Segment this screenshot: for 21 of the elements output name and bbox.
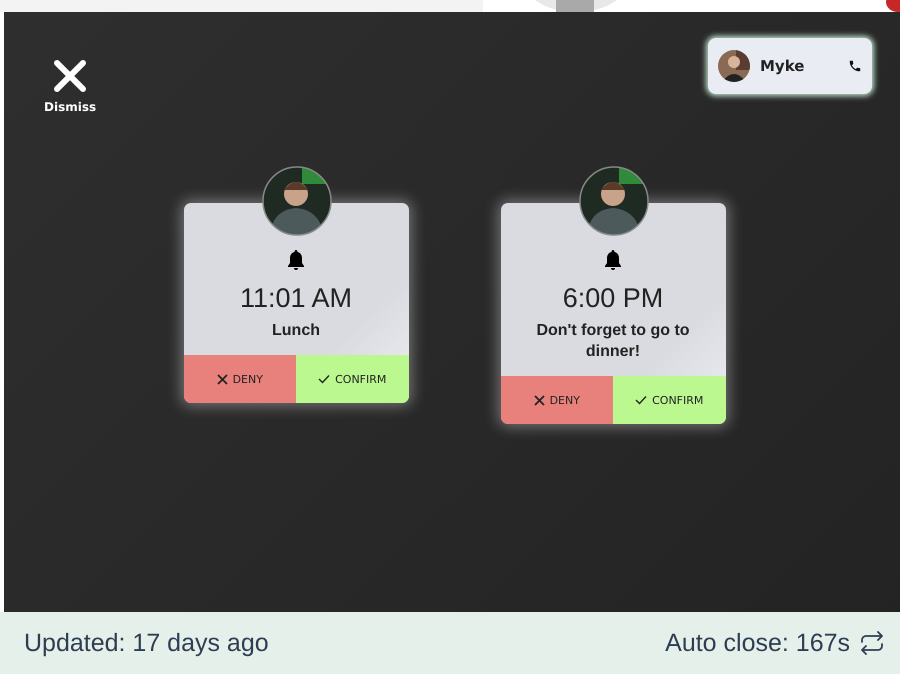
auto-close-text: Auto close: 167s	[665, 628, 850, 658]
repeat-icon[interactable]	[858, 630, 886, 656]
updated-text: Updated: 17 days ago	[24, 628, 269, 658]
reminder-time: 6:00 PM	[562, 283, 664, 314]
check-icon	[318, 374, 330, 384]
bell-icon	[286, 249, 306, 271]
deny-button[interactable]: DENY	[500, 376, 613, 424]
reminder-time: 11:01 AM	[240, 283, 352, 314]
contact-button[interactable]: Myke	[708, 38, 872, 94]
x-icon	[534, 394, 545, 406]
x-icon	[216, 374, 228, 384]
reminder-message: Lunch	[272, 321, 320, 341]
confirm-button[interactable]: CONFIRM	[613, 376, 726, 424]
reminder-message: Don't forget to go to dinner!	[535, 321, 691, 362]
close-icon	[52, 58, 88, 94]
check-icon	[635, 395, 648, 405]
bell-icon	[603, 249, 623, 271]
phone-icon	[848, 59, 862, 73]
confirm-button[interactable]: CONFIRM	[296, 355, 408, 403]
dismiss-button[interactable]: Dismiss	[44, 56, 96, 114]
deny-button[interactable]: DENY	[184, 355, 296, 403]
